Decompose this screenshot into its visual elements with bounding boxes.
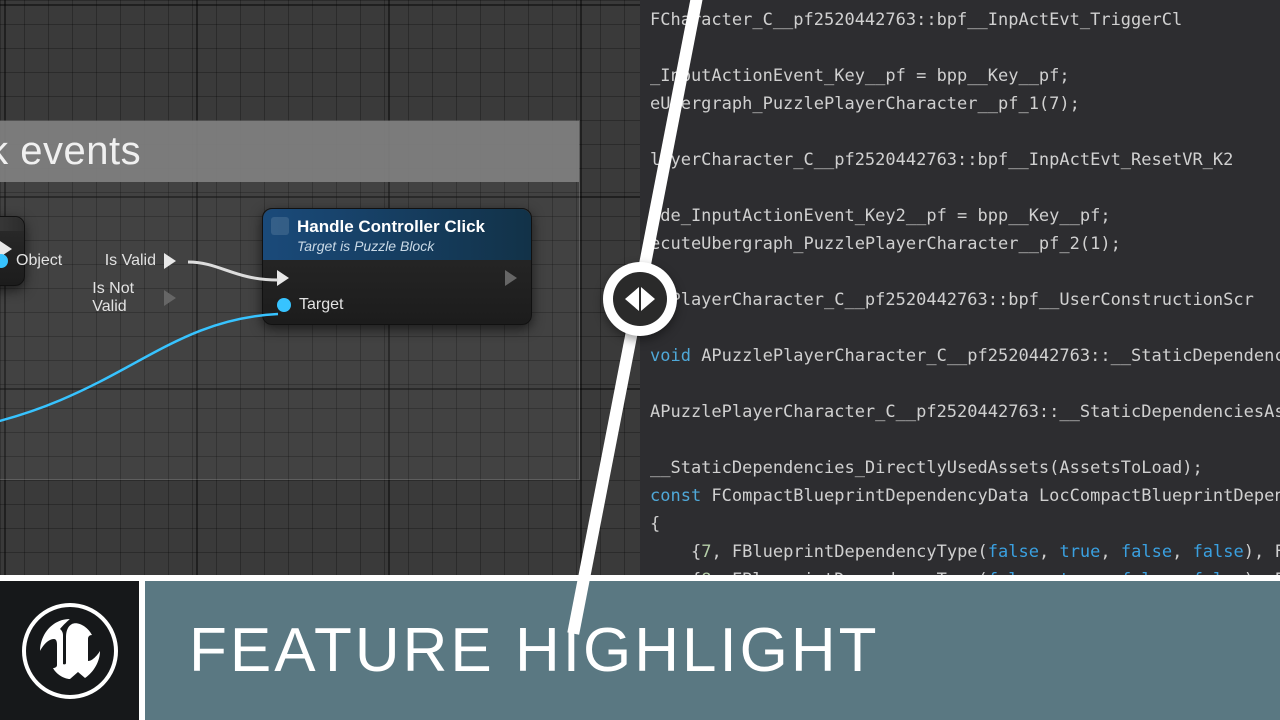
pin-exec-in[interactable]	[277, 270, 343, 286]
node-title: Handle Controller Click	[297, 217, 517, 237]
blueprint-graph[interactable]: ess click events Object Is Valid Is Not …	[0, 0, 640, 575]
banner-title: FEATURE HIGHLIGHT	[145, 581, 1280, 720]
main-split: ess click events Object Is Valid Is Not …	[0, 0, 1280, 575]
node-subtitle: Target is Puzzle Block	[297, 238, 517, 254]
function-icon	[271, 217, 289, 235]
arrow-right-icon	[641, 287, 655, 311]
code-line: layerCharacter_C__pf2520442763::bpf__Inp…	[650, 150, 1233, 170]
pin-is-not-valid[interactable]: Is Not Valid	[92, 280, 176, 316]
pin-is-valid[interactable]: Is Valid	[92, 252, 176, 270]
code-line: ecuteUbergraph_PuzzlePlayerCharacter__pf…	[650, 234, 1121, 254]
code-line: __StaticDependencies_DirectlyUsedAssets(…	[650, 458, 1203, 478]
code-line: FCharacter_C__pf2520442763::bpf__InpActE…	[650, 10, 1182, 30]
node-is-valid[interactable]: Object Is Valid Is Not Valid	[0, 232, 190, 342]
arrow-left-icon	[625, 287, 639, 311]
pin-exec-out[interactable]	[505, 270, 517, 286]
title-banner: FEATURE HIGHLIGHT	[0, 575, 1280, 720]
pin-object-in[interactable]: Object	[0, 252, 62, 270]
code-line: ode_InputActionEvent_Key2__pf = bpp__Key…	[650, 206, 1111, 226]
code-line: eUbergraph_PuzzlePlayerCharacter__pf_1(7…	[650, 94, 1080, 114]
code-view[interactable]: FCharacter_C__pf2520442763::bpf__InpActE…	[640, 0, 1280, 575]
unreal-engine-logo	[0, 581, 145, 720]
code-line: lePlayerCharacter_C__pf2520442763::bpf__…	[650, 290, 1254, 310]
comparison-slider-handle[interactable]	[603, 262, 677, 336]
pin-target-in[interactable]: Target	[277, 296, 343, 314]
code-line: APuzzlePlayerCharacter_C__pf2520442763::…	[650, 402, 1280, 422]
node-handle-controller-click[interactable]: Handle Controller Click Target is Puzzle…	[262, 208, 532, 325]
code-line: _InputActionEvent_Key__pf = bpp__Key__pf…	[650, 66, 1070, 86]
comment-title: ess click events	[0, 121, 579, 182]
